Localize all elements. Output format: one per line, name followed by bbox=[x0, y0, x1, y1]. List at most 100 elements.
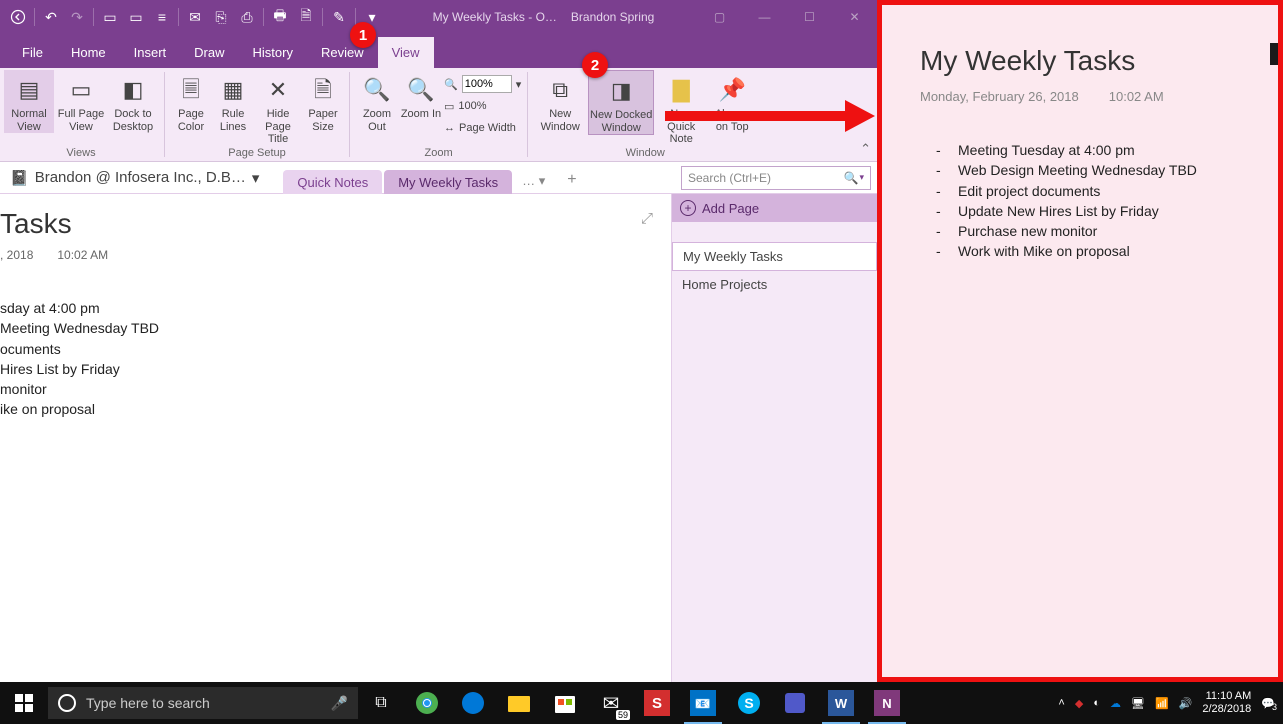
back-icon[interactable] bbox=[6, 5, 30, 29]
notebook-name: Brandon @ Infosera Inc., D.B… bbox=[35, 169, 246, 186]
hide-title-button[interactable]: ✕Hide Page Title bbox=[255, 70, 301, 146]
docked-page[interactable]: My Weekly Tasks Monday, February 26, 201… bbox=[896, 19, 1270, 669]
section-quick-notes[interactable]: Quick Notes bbox=[283, 170, 382, 194]
app-outlook[interactable]: 📧 bbox=[680, 682, 726, 724]
docked-date: Monday, February 26, 201810:02 AM bbox=[920, 89, 1270, 104]
docked-window: My Weekly Tasks Monday, February 26, 201… bbox=[877, 0, 1283, 682]
page-color-button[interactable]: 🗏Page Color bbox=[171, 70, 211, 133]
search-input[interactable]: Search (Ctrl+E) 🔍▾ bbox=[681, 166, 871, 190]
full-page-view-button[interactable]: ▭Full Page View bbox=[56, 70, 106, 133]
tab-draw[interactable]: Draw bbox=[180, 37, 238, 68]
notebook-icon: 📓 bbox=[10, 169, 29, 187]
mic-icon: 🎤 bbox=[331, 695, 348, 712]
page-item-home-projects[interactable]: Home Projects bbox=[672, 271, 877, 299]
tray-volume-icon[interactable]: 🔊 bbox=[1179, 697, 1193, 710]
new-window-icon: ⧉ bbox=[544, 74, 576, 106]
tray-network-icon[interactable]: 📶 bbox=[1155, 697, 1169, 710]
add-page-button[interactable]: + Add Page bbox=[672, 194, 877, 222]
page-item-weekly-tasks[interactable]: My Weekly Tasks bbox=[672, 242, 877, 271]
docked-task-list[interactable]: -Meeting Tuesday at 4:00 pm -Web Design … bbox=[936, 140, 1270, 262]
qat-icon-7[interactable]: 🗎 bbox=[294, 5, 318, 29]
collapse-ribbon-icon[interactable]: ⌃ bbox=[860, 141, 871, 157]
expand-icon[interactable]: ⤢ bbox=[641, 210, 653, 227]
qat-icon-5[interactable]: ⎘ bbox=[209, 5, 233, 29]
search-dropdown-icon: ▾ bbox=[859, 172, 864, 183]
zoom-out-button[interactable]: 🔍Zoom Out bbox=[356, 70, 398, 133]
taskbar-search-placeholder: Type here to search bbox=[86, 695, 210, 711]
start-button[interactable] bbox=[0, 682, 48, 724]
tray-notifications-icon[interactable]: 💬3 bbox=[1261, 697, 1275, 710]
tab-insert[interactable]: Insert bbox=[120, 37, 181, 68]
maximize-icon[interactable]: ☐ bbox=[787, 0, 832, 34]
app-word[interactable]: W bbox=[818, 682, 864, 724]
zoom-100-button[interactable]: ▭ 100% bbox=[444, 96, 521, 116]
page-title[interactable]: Tasks bbox=[0, 208, 671, 240]
tray-icon-3[interactable]: 🖥 bbox=[1131, 697, 1145, 710]
app-explorer[interactable] bbox=[496, 682, 542, 724]
zoom-in-icon: 🔍 bbox=[405, 74, 437, 106]
callout-badge-1: 1 bbox=[350, 22, 376, 48]
ribbon-tabs: File Home Insert Draw History Review Vie… bbox=[0, 34, 877, 68]
tray-icon-2[interactable]: ◐ bbox=[1093, 697, 1100, 709]
app-skype[interactable]: S bbox=[726, 682, 772, 724]
section-more[interactable]: … ▾ bbox=[514, 168, 553, 194]
callout-arrow bbox=[665, 100, 875, 132]
new-docked-window-button[interactable]: ◨New Docked Window bbox=[588, 70, 654, 135]
page-canvas[interactable]: ⤢ Tasks , 201810:02 AM sday at 4:00 pm M… bbox=[0, 194, 671, 682]
docked-window-icon: ◨ bbox=[605, 75, 637, 107]
app-store[interactable] bbox=[542, 682, 588, 724]
app-s[interactable]: S bbox=[634, 682, 680, 724]
docked-title[interactable]: My Weekly Tasks bbox=[920, 45, 1270, 77]
group-label-zoom: Zoom bbox=[425, 147, 453, 161]
paper-size-button[interactable]: 🗎Paper Size bbox=[303, 70, 343, 133]
ribbon-display-icon[interactable]: ▢ bbox=[697, 0, 742, 34]
qat-icon-8[interactable]: ✎ bbox=[327, 5, 351, 29]
tray-chevron-icon[interactable]: ˄ bbox=[1058, 697, 1064, 709]
qat-icon-1[interactable]: ▭ bbox=[98, 5, 122, 29]
page-date: , 201810:02 AM bbox=[0, 248, 671, 262]
app-onenote[interactable]: N bbox=[864, 682, 910, 724]
ribbon-group-zoom: 🔍Zoom Out 🔍Zoom In 🔍▾ ▭ 100% ↔ Page Widt… bbox=[352, 68, 525, 161]
minimize-icon[interactable]: — bbox=[742, 0, 787, 34]
task-view-button[interactable]: ⧉ bbox=[358, 682, 404, 724]
svg-text:S: S bbox=[744, 695, 753, 711]
tab-view[interactable]: View bbox=[378, 37, 434, 68]
task-list-partial[interactable]: sday at 4:00 pm Meeting Wednesday TBD oc… bbox=[0, 298, 671, 420]
section-weekly-tasks[interactable]: My Weekly Tasks bbox=[384, 170, 512, 194]
print-icon[interactable]: 🖶 bbox=[268, 5, 292, 29]
redo-icon[interactable]: ↷ bbox=[65, 5, 89, 29]
add-section-button[interactable]: + bbox=[555, 166, 588, 194]
new-window-button[interactable]: ⧉New Window bbox=[534, 70, 586, 133]
svg-text:W: W bbox=[835, 696, 848, 711]
notebook-picker[interactable]: 📓 Brandon @ Infosera Inc., D.B… ▾ bbox=[0, 169, 269, 187]
app-teams[interactable] bbox=[772, 682, 818, 724]
normal-view-button[interactable]: ▤Normal View bbox=[4, 70, 54, 133]
qat-icon-2[interactable]: ▭ bbox=[124, 5, 148, 29]
search-icon: 🔍 bbox=[844, 171, 859, 185]
tab-home[interactable]: Home bbox=[57, 37, 120, 68]
qat-icon-6[interactable]: ⎙ bbox=[235, 5, 259, 29]
app-chrome[interactable] bbox=[404, 682, 450, 724]
window-title: My Weekly Tasks - O… Brandon Spring bbox=[390, 10, 697, 24]
tray-onedrive-icon[interactable]: ☁ bbox=[1110, 697, 1121, 710]
zoom-percent-input[interactable]: 🔍▾ bbox=[444, 74, 521, 94]
page-color-icon: 🗏 bbox=[175, 74, 207, 106]
hide-title-icon: ✕ bbox=[262, 74, 294, 106]
tray-icon-1[interactable]: ◆ bbox=[1075, 697, 1083, 710]
app-mail[interactable]: ✉59 bbox=[588, 682, 634, 724]
content-area: ⤢ Tasks , 201810:02 AM sday at 4:00 pm M… bbox=[0, 194, 877, 682]
qat-icon-3[interactable]: ≡ bbox=[150, 5, 174, 29]
zoom-in-button[interactable]: 🔍Zoom In bbox=[400, 70, 442, 121]
tab-history[interactable]: History bbox=[239, 37, 307, 68]
tab-file[interactable]: File bbox=[8, 37, 57, 68]
undo-icon[interactable]: ↶ bbox=[39, 5, 63, 29]
tray-clock[interactable]: 11:10 AM2/28/2018 bbox=[1202, 690, 1251, 715]
app-edge[interactable] bbox=[450, 682, 496, 724]
qat-icon-4[interactable]: ✉ bbox=[183, 5, 207, 29]
taskbar-search[interactable]: Type here to search 🎤 bbox=[48, 687, 358, 719]
dock-desktop-button[interactable]: ◧Dock to Desktop bbox=[108, 70, 158, 133]
page-width-button[interactable]: ↔ Page Width bbox=[444, 118, 521, 138]
rule-lines-button[interactable]: ▦Rule Lines bbox=[213, 70, 253, 133]
zoom-out-icon: 🔍 bbox=[361, 74, 393, 106]
close-icon[interactable]: ✕ bbox=[832, 0, 877, 34]
